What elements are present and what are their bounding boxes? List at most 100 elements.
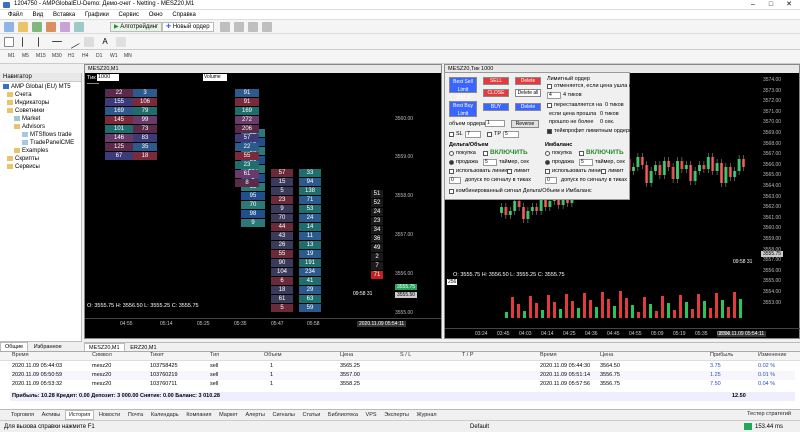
imb-buy-radio[interactable] (545, 151, 550, 156)
volume-select[interactable]: Volume (203, 74, 227, 81)
period-m1[interactable]: M1 (8, 53, 15, 59)
period-mn[interactable]: MN (124, 53, 132, 59)
nav-item-experts[interactable]: Советники (7, 108, 44, 114)
combined-signal-checkbox[interactable] (449, 189, 454, 194)
tab-trade[interactable]: Торговля (8, 411, 37, 419)
menu-window[interactable]: Окно (149, 10, 163, 20)
strategy-tester-button[interactable]: Тестер стратегий (744, 410, 794, 418)
delete-sell-button[interactable]: Delete (515, 77, 541, 85)
tab-mail[interactable]: Почта (125, 411, 146, 419)
nav-item-market[interactable]: Market (14, 116, 40, 122)
col-header[interactable]: Символ (92, 352, 112, 358)
chart-window-footprint[interactable]: MESZ20,M1 Тик 1000 Volume 3560.00 3559.0… (84, 64, 442, 339)
tab-alerts[interactable]: Алерты (242, 411, 267, 419)
tab-market[interactable]: Маркет (216, 411, 241, 419)
menu-help[interactable]: Справка (172, 10, 196, 20)
cancel-if-price-checkbox[interactable] (547, 84, 552, 89)
terminal-icon[interactable] (60, 22, 70, 32)
buy-button[interactable]: BUY (483, 103, 509, 111)
tp-checkbox[interactable] (487, 132, 492, 137)
relocate-checkbox[interactable] (547, 103, 552, 108)
chart-settings-icon[interactable] (220, 22, 230, 32)
table-row[interactable]: 2020.11.09 05:53:32 mesz20 103760711 sell 1 3… (10, 380, 795, 389)
order-volume-input[interactable]: 1 (485, 120, 505, 127)
col-header[interactable]: Время (540, 352, 557, 358)
sl-checkbox[interactable] (449, 132, 454, 137)
col-header[interactable]: Изменение (758, 352, 787, 358)
minimize-icon[interactable]: – (744, 0, 762, 10)
period-d1[interactable]: D1 (96, 53, 102, 59)
menu-file[interactable]: Файл (8, 10, 23, 20)
zoom-in-icon[interactable] (234, 22, 244, 32)
tab-history[interactable]: История (64, 410, 95, 420)
nav-item-account-root[interactable]: AMP Global (EU) MT5 (3, 84, 71, 90)
tab-library[interactable]: Библиотека (325, 411, 361, 419)
table-row[interactable]: 2020.11.09 05:44:03 mesz20 103758425 sell 1 3… (10, 362, 795, 371)
delta-enable-checkbox[interactable] (483, 151, 488, 156)
period-m30[interactable]: M30 (52, 53, 62, 59)
algo-trading-button[interactable]: ▶ Алготрейдинг (110, 22, 163, 32)
takeprofit-limit-checkbox[interactable] (547, 129, 552, 134)
nav-item-tradepanel[interactable]: TradePanelCME (22, 140, 74, 146)
tab-journal[interactable]: Журнал (414, 411, 440, 419)
delta-buy-radio[interactable] (449, 151, 454, 156)
menu-view[interactable]: Вид (32, 10, 43, 20)
imb-signal-input[interactable]: 0 (545, 177, 557, 184)
delta-limit-checkbox[interactable] (507, 169, 512, 174)
screenshot-icon[interactable] (262, 22, 272, 32)
nav-item-mtsflows[interactable]: MTSflows trade (22, 132, 72, 138)
col-header[interactable]: Прибыль (710, 352, 733, 358)
col-header[interactable]: S / L (400, 352, 411, 358)
text-icon[interactable]: A (100, 37, 110, 47)
tab-signals[interactable]: Сигналы (269, 411, 297, 419)
period-h4[interactable]: H4 (82, 53, 88, 59)
col-header[interactable]: Тикет (150, 352, 164, 358)
vertical-line-icon[interactable] (38, 37, 48, 47)
new-chart-icon[interactable] (4, 22, 14, 32)
tester-icon[interactable] (74, 22, 84, 32)
nav-item-examples[interactable]: Examples (14, 148, 48, 154)
imb-line-checkbox[interactable] (545, 169, 550, 174)
col-header[interactable]: Объем (264, 352, 282, 358)
cursor-icon[interactable] (4, 37, 14, 47)
table-row[interactable]: 2020.11.09 05:50:59 mesz20 103760219 sell 1 3… (10, 371, 795, 380)
shapes-icon[interactable] (116, 37, 126, 47)
delete-buy-button[interactable]: Delete (515, 103, 541, 111)
tick-input[interactable]: 1000 (97, 74, 119, 81)
col-header[interactable]: Цена (340, 352, 353, 358)
col-header[interactable]: T / P (462, 352, 474, 358)
tab-favorites[interactable]: Избранное (30, 343, 66, 351)
col-header[interactable]: Время (12, 352, 29, 358)
imb-timer-input[interactable]: 5 (579, 159, 593, 166)
market-watch-icon[interactable] (32, 22, 42, 32)
nav-item-services[interactable]: Сервисы (7, 164, 40, 170)
period-m15[interactable]: M15 (36, 53, 46, 59)
col-header[interactable]: Тип (210, 352, 219, 358)
period-h1[interactable]: H1 (68, 53, 74, 59)
new-order-button[interactable]: ✚ Новый ордер (162, 22, 214, 32)
zoom-out-icon[interactable] (248, 22, 258, 32)
sell-button[interactable]: SELL (483, 77, 509, 85)
navigator-icon[interactable] (46, 22, 56, 32)
delta-sell-radio[interactable] (449, 160, 454, 165)
trendline-icon[interactable] (66, 35, 80, 49)
col-header[interactable]: Цена (600, 352, 613, 358)
horizontal-line-icon[interactable] (52, 41, 62, 42)
tab-experts[interactable]: Эксперты (381, 411, 412, 419)
menu-tools[interactable]: Сервис (118, 10, 139, 20)
tab-news[interactable]: Новости (96, 411, 123, 419)
menu-insert[interactable]: Вставка (53, 10, 75, 20)
delete-all-button[interactable]: Delete all (515, 89, 541, 97)
maximize-icon[interactable]: □ (762, 0, 780, 10)
imb-enable-checkbox[interactable] (579, 151, 584, 156)
delta-signal-input[interactable]: 0 (449, 177, 461, 184)
profiles-icon[interactable] (18, 22, 28, 32)
best-buy-limit-button[interactable]: Best Buy Limit 3555.5 (449, 101, 477, 125)
tab-vps[interactable]: VPS (363, 411, 380, 419)
reverse-button[interactable]: Reverse (511, 120, 539, 128)
nav-item-scripts[interactable]: Скрипты (7, 156, 39, 162)
sl-input[interactable]: 7 (465, 131, 481, 138)
delta-line-checkbox[interactable] (449, 169, 454, 174)
delta-timer-input[interactable]: 5 (483, 159, 497, 166)
best-sell-limit-button[interactable]: Best Sell Limit 3555.2 (449, 77, 477, 101)
